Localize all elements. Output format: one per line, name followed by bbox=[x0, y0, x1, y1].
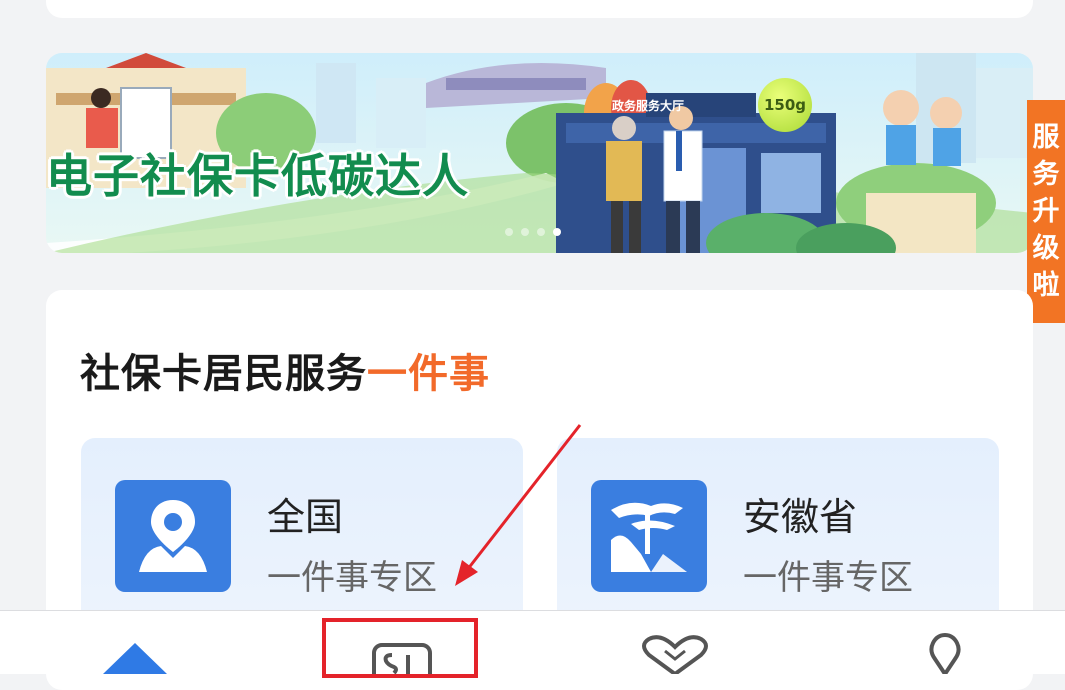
home-icon bbox=[103, 643, 167, 674]
pagination-dot bbox=[521, 228, 529, 236]
pagination-dot bbox=[505, 228, 513, 236]
top-card bbox=[46, 0, 1033, 18]
zone-card-national[interactable]: 全国 一件事专区 bbox=[81, 438, 523, 638]
section-title-accent: 一件事 bbox=[367, 351, 490, 397]
pagination-dot-active bbox=[553, 228, 561, 236]
zone-name: 安徽省 bbox=[743, 495, 858, 539]
service-upgrade-tab[interactable]: 服 务 升 级 啦 bbox=[1027, 100, 1065, 323]
zone-subtitle: 一件事专区 bbox=[743, 558, 913, 598]
hall-sign-text: 政务服务大厅 bbox=[612, 99, 685, 113]
zone-subtitle: 一件事专区 bbox=[267, 558, 437, 598]
section-title: 社保卡居民服务一件事 bbox=[80, 341, 490, 399]
side-tab-char: 务 bbox=[1032, 159, 1060, 190]
nav-item-services[interactable] bbox=[605, 611, 745, 677]
side-tab-char: 服 bbox=[1032, 122, 1060, 153]
zone-card-anhui[interactable]: 安徽省 一件事专区 bbox=[557, 438, 999, 638]
location-person-icon bbox=[115, 480, 231, 592]
annotation-highlight-box bbox=[322, 618, 478, 678]
zone-name: 全国 bbox=[267, 495, 344, 539]
side-tab-char: 级 bbox=[1032, 233, 1060, 264]
pagination-dot bbox=[537, 228, 545, 236]
huangshan-pine-icon bbox=[591, 480, 707, 592]
banner-pagination bbox=[505, 228, 561, 236]
side-tab-char: 升 bbox=[1032, 196, 1060, 227]
banner-title: 电子社保卡低碳达人 bbox=[46, 149, 469, 203]
side-tab-char: 啦 bbox=[1032, 270, 1060, 301]
heart-handshake-icon bbox=[642, 635, 708, 677]
location-pin-icon bbox=[929, 632, 961, 678]
carbon-weight-badge: 150g bbox=[758, 78, 812, 132]
bottom-nav-bar bbox=[0, 610, 1065, 687]
nav-item-location[interactable] bbox=[875, 611, 1015, 678]
nav-item-home[interactable] bbox=[65, 611, 205, 674]
section-title-main: 社保卡居民服务 bbox=[80, 351, 367, 397]
